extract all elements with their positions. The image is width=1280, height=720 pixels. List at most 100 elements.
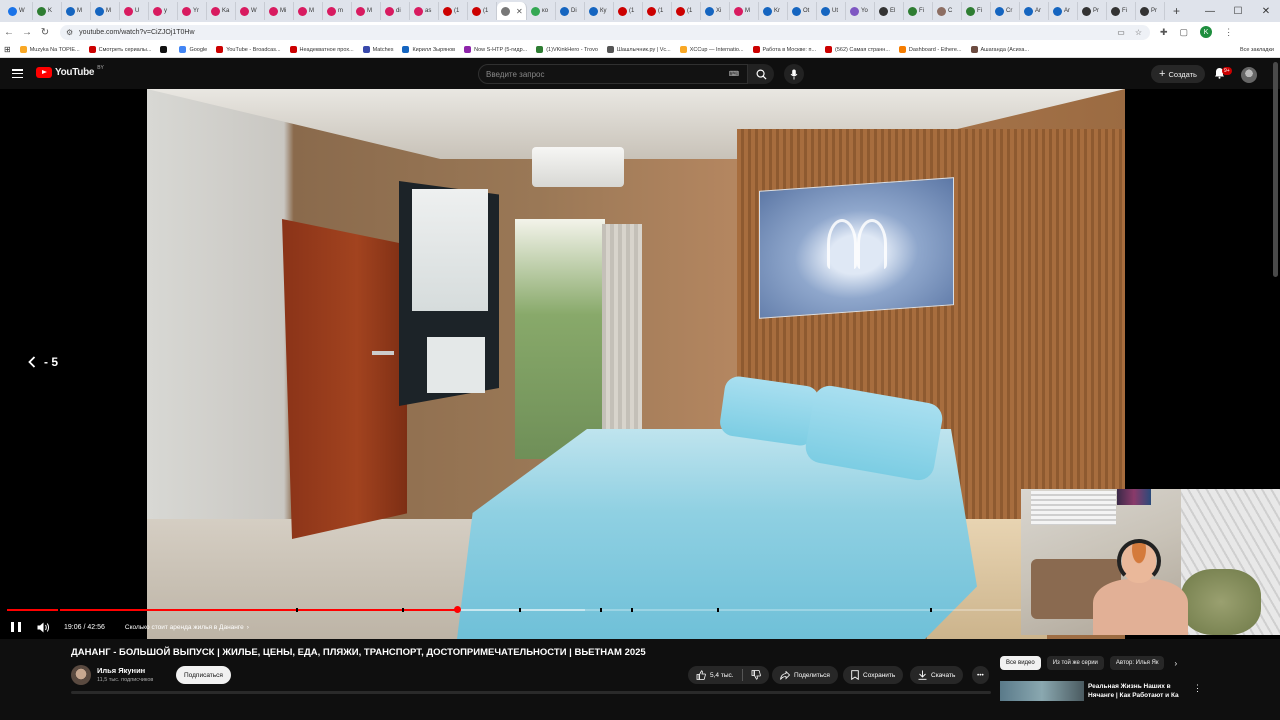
- recommendation-thumbnail[interactable]: [1000, 681, 1084, 701]
- bookmark-item[interactable]: (562) Самая странн...: [825, 46, 890, 53]
- url-bar[interactable]: ⚙ youtube.com/watch?v=CiZJOj1T0Hw ▭ ☆: [60, 24, 1150, 40]
- youtube-logo[interactable]: YouTube BY: [36, 65, 104, 78]
- close-tab-icon[interactable]: ✕: [516, 7, 523, 16]
- account-avatar[interactable]: [1241, 67, 1257, 83]
- site-info-icon[interactable]: ⚙: [66, 28, 73, 37]
- browser-tab[interactable]: (1: [468, 2, 497, 20]
- chip-same-series[interactable]: Из той же серии: [1046, 656, 1104, 670]
- browser-tab[interactable]: M: [62, 2, 91, 20]
- progress-bar[interactable]: [7, 609, 1021, 611]
- browser-tab[interactable]: Pr: [1078, 2, 1107, 20]
- browser-tab[interactable]: as: [410, 2, 439, 20]
- video-player[interactable]: - 5 19:06 / 42:56 Сколько стоит аренда ж…: [0, 89, 1280, 639]
- pause-button[interactable]: [11, 622, 21, 632]
- volume-icon[interactable]: [37, 622, 50, 633]
- browser-tab[interactable]: Ka: [207, 2, 236, 20]
- bookmark-item[interactable]: Matches: [362, 46, 393, 53]
- cast-icon[interactable]: ▭: [1117, 28, 1125, 37]
- browser-tab[interactable]: Kr: [759, 2, 788, 20]
- maximize-icon[interactable]: ☐: [1224, 0, 1252, 22]
- dislike-icon[interactable]: [751, 670, 761, 680]
- browser-tab[interactable]: U: [120, 2, 149, 20]
- bookmark-item[interactable]: Кирилл Зырянов: [402, 46, 455, 53]
- recommendation-title[interactable]: Реальная Жизнь Наших в Нячанге | Как Раб…: [1088, 682, 1188, 700]
- chip-by-author[interactable]: Автор: Илья Як: [1109, 656, 1165, 670]
- bookmark-item[interactable]: Now S-HTP (5-гидр...: [464, 46, 527, 53]
- bookmark-item[interactable]: Работа в Москве: п...: [752, 46, 816, 53]
- forward-icon[interactable]: →: [18, 27, 36, 38]
- bookmark-item[interactable]: Dashboard - Ethere...: [898, 46, 962, 53]
- page-scrollbar[interactable]: [1273, 62, 1278, 277]
- browser-tab[interactable]: W: [4, 2, 33, 20]
- tab-search-icon[interactable]: ▢: [1180, 27, 1189, 38]
- voice-search-button[interactable]: [784, 64, 804, 84]
- apps-icon[interactable]: ⊞: [4, 45, 11, 54]
- browser-tab[interactable]: W: [236, 2, 265, 20]
- all-bookmarks-button[interactable]: Все закладки: [1240, 47, 1280, 53]
- browser-tab[interactable]: M: [352, 2, 381, 20]
- reload-icon[interactable]: ↻: [36, 27, 54, 38]
- bookmark-item[interactable]: Смотреть сериалы...: [88, 46, 151, 53]
- bookmark-item[interactable]: [160, 46, 170, 53]
- more-actions-button[interactable]: •••: [972, 666, 989, 684]
- browser-tab[interactable]: Fi: [962, 2, 991, 20]
- channel-name[interactable]: Илья Якунин: [97, 666, 145, 675]
- bookmark-item[interactable]: (1)VKinkHero - Trovo: [536, 46, 598, 53]
- browser-tab[interactable]: Ar: [1020, 2, 1049, 20]
- browser-tab[interactable]: M: [294, 2, 323, 20]
- browser-tab[interactable]: Fi: [904, 2, 933, 20]
- search-input[interactable]: Введите запрос ⌨: [478, 64, 748, 84]
- browser-tab[interactable]: Pr: [1136, 2, 1165, 20]
- browser-tab[interactable]: m: [323, 2, 352, 20]
- chevron-right-icon[interactable]: ›: [1174, 659, 1177, 668]
- browser-tab[interactable]: Di: [556, 2, 585, 20]
- browser-tab[interactable]: (1: [643, 2, 672, 20]
- browser-tab[interactable]: di: [381, 2, 410, 20]
- browser-tab[interactable]: C: [933, 2, 962, 20]
- browser-tab[interactable]: Yr: [178, 2, 207, 20]
- keyboard-icon[interactable]: ⌨: [729, 70, 739, 78]
- back-icon[interactable]: ←: [0, 27, 18, 38]
- close-window-icon[interactable]: ✕: [1252, 0, 1280, 22]
- menu-icon[interactable]: [12, 69, 23, 78]
- profile-avatar-icon[interactable]: K: [1200, 26, 1213, 38]
- bookmark-item[interactable]: XCCup — Internatio...: [679, 46, 744, 53]
- bookmark-item[interactable]: Muzyka Na TOPIE...: [19, 46, 80, 53]
- browser-tab[interactable]: M: [91, 2, 120, 20]
- channel-avatar[interactable]: [71, 665, 91, 685]
- browser-tab[interactable]: El: [875, 2, 904, 20]
- chapter-button[interactable]: Сколько стоит аренда жилья в Дананге ›: [125, 624, 249, 631]
- browser-tab[interactable]: K: [33, 2, 62, 20]
- like-count[interactable]: 5,4 тыс.: [710, 672, 734, 679]
- browser-tab[interactable]: ✕: [497, 2, 527, 20]
- browser-tab[interactable]: ко: [527, 2, 556, 20]
- bookmark-item[interactable]: Неадекватное прох...: [289, 46, 354, 53]
- browser-tab[interactable]: (1: [672, 2, 701, 20]
- browser-tab[interactable]: Ut: [817, 2, 846, 20]
- browser-tab[interactable]: Ar: [1049, 2, 1078, 20]
- subscribe-button[interactable]: Подписаться: [176, 666, 231, 684]
- download-button[interactable]: Скачать: [910, 666, 964, 684]
- browser-tab[interactable]: M: [730, 2, 759, 20]
- extensions-icon[interactable]: ✚: [1160, 27, 1168, 38]
- bookmark-item[interactable]: YouTube - Broadcas...: [216, 46, 281, 53]
- browser-tab[interactable]: Ot: [788, 2, 817, 20]
- create-button[interactable]: + Создать: [1151, 65, 1205, 83]
- browser-tab[interactable]: Xi: [701, 2, 730, 20]
- browser-menu-icon[interactable]: ⋮: [1224, 27, 1233, 38]
- browser-tab[interactable]: Yo: [846, 2, 875, 20]
- browser-tab[interactable]: (1: [439, 2, 468, 20]
- chip-all-videos[interactable]: Все видео: [1000, 656, 1041, 670]
- more-vertical-icon[interactable]: ⋮: [1193, 683, 1202, 694]
- bookmark-item[interactable]: Ашаганда (Асиха...: [970, 46, 1029, 53]
- video-frame[interactable]: [147, 89, 1125, 639]
- browser-tab[interactable]: (1: [614, 2, 643, 20]
- share-button[interactable]: Поделиться: [772, 666, 838, 684]
- bookmark-item[interactable]: Google: [179, 46, 207, 53]
- like-icon[interactable]: [696, 670, 706, 680]
- save-button[interactable]: Сохранить: [843, 666, 904, 684]
- search-button[interactable]: [748, 64, 774, 84]
- browser-tab[interactable]: Ку: [585, 2, 614, 20]
- new-tab-icon[interactable]: +: [1173, 4, 1180, 18]
- horizontal-scrollbar[interactable]: [71, 691, 991, 694]
